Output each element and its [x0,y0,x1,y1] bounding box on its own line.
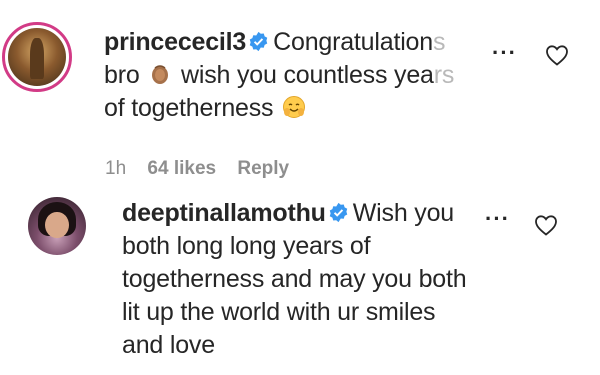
comment-text-line-4: lit up the world with ur smiles [122,298,436,326]
smiling-face-with-hands-emoji [283,96,306,118]
more-options-icon[interactable]: ··· [485,206,510,232]
comment-text-line-1: Congratulation [273,28,433,56]
verified-badge-icon [249,31,268,52]
comment-likes[interactable]: 64 likes [147,158,216,179]
verified-badge-icon [329,202,348,223]
comment-time[interactable]: 1h [105,158,126,179]
comment-text: deeptinallamothu Wish you both long long … [122,197,492,362]
clapping-hands-emoji [152,65,169,84]
comment-text-line-2a: bro [104,61,140,89]
comment-meta: 1h 64 likes Reply [105,158,305,180]
username[interactable]: princececil3 [104,28,246,56]
comment-text-line-1: Wish you [352,199,454,227]
avatar-figure [30,38,44,80]
comment-text-line-3: togetherness and may you both [122,265,467,293]
comment-text-line-3: of togetherness [104,94,274,122]
more-options-icon[interactable]: ··· [492,40,517,66]
comment-text-line-2b: wish you countless yea [181,61,434,89]
avatar-image [8,28,66,86]
heart-icon[interactable] [534,214,558,236]
heart-icon[interactable] [545,44,569,66]
reply-button[interactable]: Reply [237,158,289,179]
comment-text-line-5: and love [122,331,215,359]
comment-text: princececil3 Congratulations bro wish you… [104,26,504,125]
comment-text-fade-1: s [432,28,446,56]
comment-text-fade-2: rs [433,61,455,89]
avatar-princececil3[interactable] [2,22,72,92]
username[interactable]: deeptinallamothu [122,199,326,227]
avatar-deeptinallamothu[interactable] [28,197,86,255]
avatar-face [45,211,69,238]
comment-text-line-2: both long long years of [122,232,371,260]
